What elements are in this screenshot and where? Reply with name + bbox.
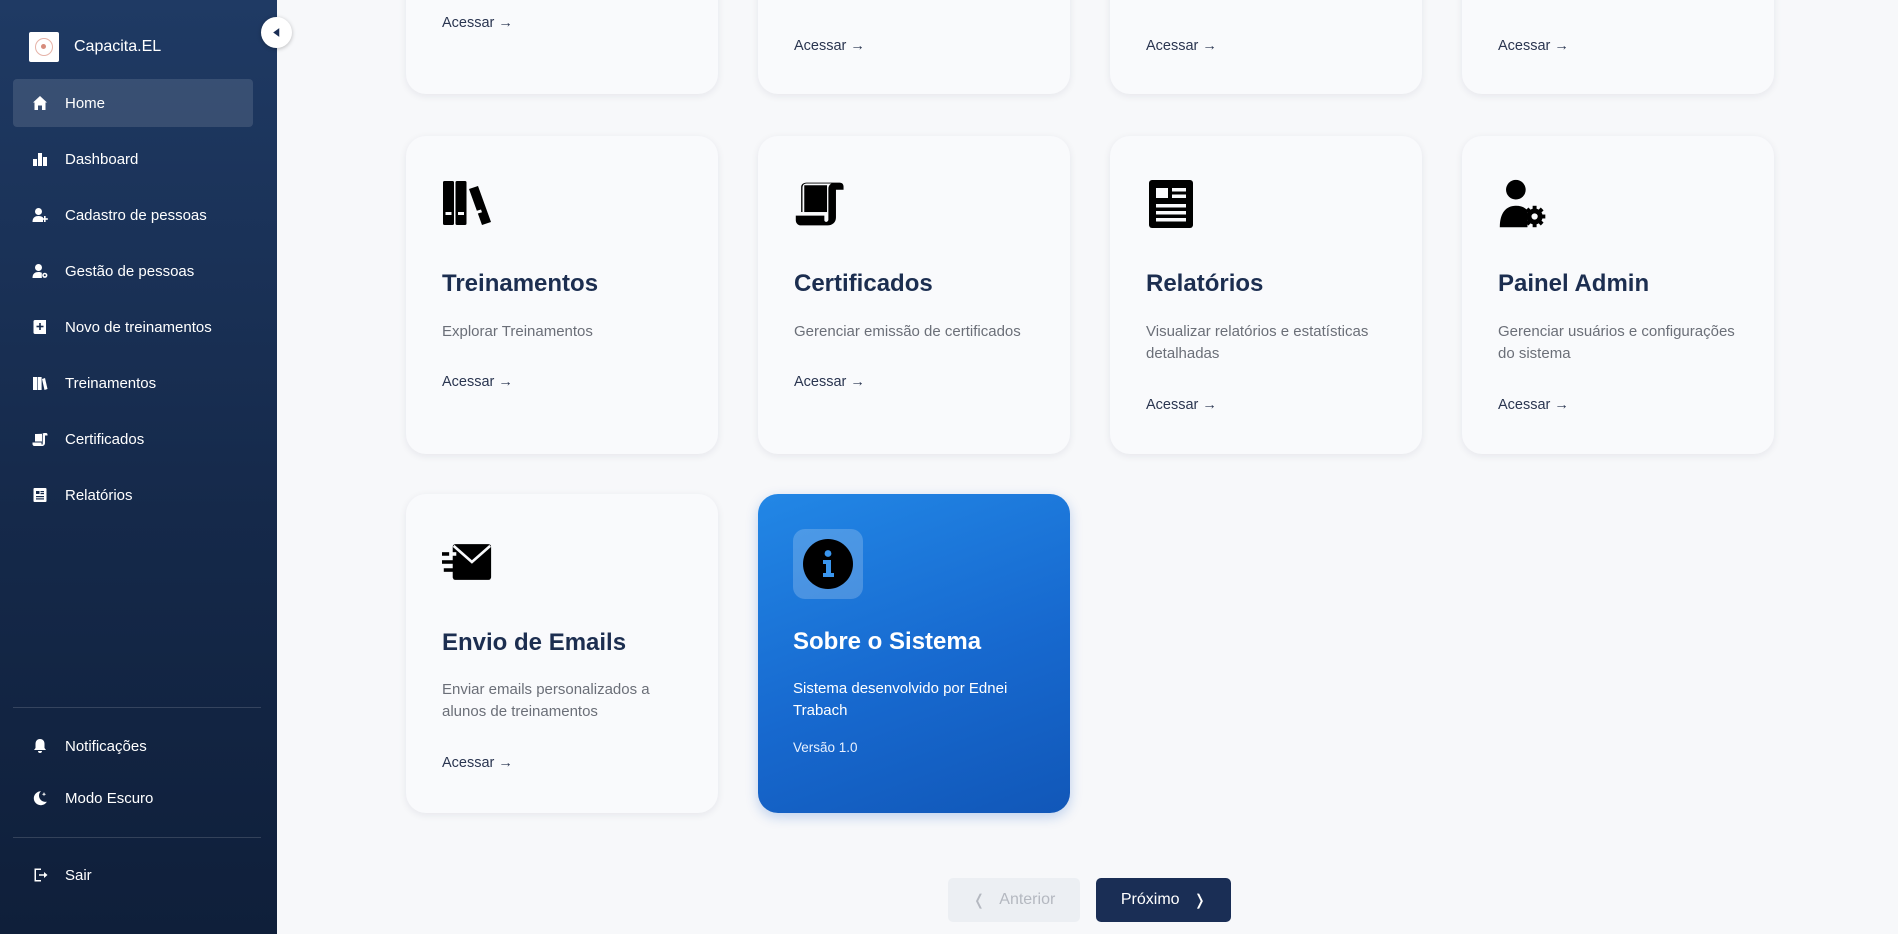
card-description: Enviar emails personalizados a alunos de… xyxy=(442,681,650,720)
card-description: Sistema desenvolvido por Ednei Trabach xyxy=(793,680,1008,719)
card-envio-de-emails: Envio de Emails Enviar emails personaliz… xyxy=(406,494,718,813)
card-title: Sobre o Sistema xyxy=(793,628,982,655)
bar-chart-icon xyxy=(30,150,49,169)
logout-button[interactable]: Sair xyxy=(13,851,253,899)
card-partial: Acessar → xyxy=(1462,0,1774,94)
bell-icon xyxy=(30,737,49,756)
card-painel-admin: Painel Admin Gerenciar usuários e config… xyxy=(1462,136,1774,454)
card-description: Visualizar relatórios e estatísticas det… xyxy=(1146,323,1369,362)
card-access-link[interactable]: Acessar → xyxy=(442,374,513,390)
sidebar-item-gestao-de-pessoas[interactable]: Gestão de pessoas xyxy=(13,247,253,295)
card-access-link[interactable]: Acessar → xyxy=(794,374,865,390)
card-treinamentos: Treinamentos Explorar Treinamentos Acess… xyxy=(406,136,718,454)
card-description: Explorar Treinamentos xyxy=(442,323,593,340)
card-partial: Acessar → xyxy=(1110,0,1422,94)
card-description: Gerenciar usuários e configurações do si… xyxy=(1498,323,1735,362)
report-icon xyxy=(30,486,49,505)
sidebar-item-label: Cadastro de pessoas xyxy=(65,206,207,224)
sidebar-item-label: Sair xyxy=(65,866,92,884)
moon-icon xyxy=(30,789,49,808)
books-icon xyxy=(442,176,498,232)
previous-page-button: ❬ Anterior xyxy=(948,878,1080,922)
card-certificados: Certificados Gerenciar emissão de certif… xyxy=(758,136,1070,454)
user-gear-icon xyxy=(30,262,49,281)
sidebar-item-label: Treinamentos xyxy=(65,374,157,392)
brand-name: Capacita.EL xyxy=(74,38,162,55)
brand-logo xyxy=(29,32,59,62)
sidebar-item-home[interactable]: Home xyxy=(13,79,253,127)
add-book-icon xyxy=(30,318,49,337)
logout-icon xyxy=(30,866,49,885)
scroll-icon xyxy=(30,430,49,449)
sidebar-item-novo-de-treinamentos[interactable]: Novo de treinamentos xyxy=(13,303,253,351)
sidebar-item-label: Novo de treinamentos xyxy=(65,318,212,336)
sidebar-item-certificados[interactable]: Certificados xyxy=(13,415,253,463)
card-title: Relatórios xyxy=(1146,270,1264,297)
card-access-link[interactable]: Acessar → xyxy=(1146,397,1217,413)
card-sobre-o-sistema: Sobre o Sistema Sistema desenvolvido por… xyxy=(758,494,1070,813)
card-access-link[interactable]: Acessar → xyxy=(442,755,513,771)
sidebar-collapse-button[interactable] xyxy=(261,17,292,48)
user-plus-icon xyxy=(30,206,49,225)
sidebar-item-relatorios[interactable]: Relatórios xyxy=(13,471,253,519)
sidebar-item-treinamentos[interactable]: Treinamentos xyxy=(13,359,253,407)
card-partial: Acessar → xyxy=(758,0,1070,94)
sidebar: Capacita.EL Home Dashboard Cadastro de p… xyxy=(0,0,277,934)
report-icon xyxy=(1146,176,1202,232)
scroll-icon xyxy=(794,176,850,232)
sidebar-item-dashboard[interactable]: Dashboard xyxy=(13,135,253,183)
info-icon-box xyxy=(793,529,863,599)
dark-mode-toggle[interactable]: Modo Escuro xyxy=(13,774,253,822)
sidebar-item-label: Dashboard xyxy=(65,150,139,168)
card-title: Treinamentos xyxy=(442,270,599,297)
sidebar-item-label: Home xyxy=(65,94,106,112)
books-icon xyxy=(30,374,49,393)
chevron-right-icon: ❭ xyxy=(1193,892,1207,909)
next-page-button[interactable]: Próximo ❭ xyxy=(1096,878,1231,922)
sidebar-item-label: Relatórios xyxy=(65,486,133,504)
chevron-left-icon: ❬ xyxy=(972,892,986,909)
card-partial: Acessar → xyxy=(406,0,718,94)
brand[interactable]: Capacita.EL xyxy=(29,32,161,62)
user-gear-icon xyxy=(1498,176,1554,232)
info-circle-icon xyxy=(803,539,853,589)
sidebar-divider xyxy=(13,837,261,838)
sidebar-item-label: Certificados xyxy=(65,430,145,448)
card-access-link[interactable]: Acessar → xyxy=(1498,397,1569,413)
card-access-link[interactable]: Acessar → xyxy=(1498,38,1569,54)
sidebar-item-label: Gestão de pessoas xyxy=(65,262,195,280)
sidebar-item-cadastro-de-pessoas[interactable]: Cadastro de pessoas xyxy=(13,191,253,239)
card-title: Painel Admin xyxy=(1498,270,1650,297)
sidebar-item-label: Modo Escuro xyxy=(65,789,154,807)
sidebar-divider xyxy=(13,707,261,708)
card-title: Envio de Emails xyxy=(442,629,627,656)
card-access-link[interactable]: Acessar → xyxy=(1146,38,1217,54)
version-label: Versão 1.0 xyxy=(793,740,858,755)
sidebar-item-notificacoes[interactable]: Notificações xyxy=(13,722,253,770)
card-access-link[interactable]: Acessar → xyxy=(794,38,865,54)
home-icon xyxy=(30,94,49,113)
sidebar-item-label: Notificações xyxy=(65,737,147,755)
card-title: Certificados xyxy=(794,270,933,297)
card-relatorios: Relatórios Visualizar relatórios e estat… xyxy=(1110,136,1422,454)
card-description: Gerenciar emissão de certificados xyxy=(794,323,1021,340)
fast-envelope-icon xyxy=(442,534,498,590)
card-access-link[interactable]: Acessar → xyxy=(442,15,513,31)
caret-left-icon xyxy=(271,27,282,38)
next-label: Próximo xyxy=(1120,891,1180,908)
previous-label: Anterior xyxy=(999,891,1056,908)
